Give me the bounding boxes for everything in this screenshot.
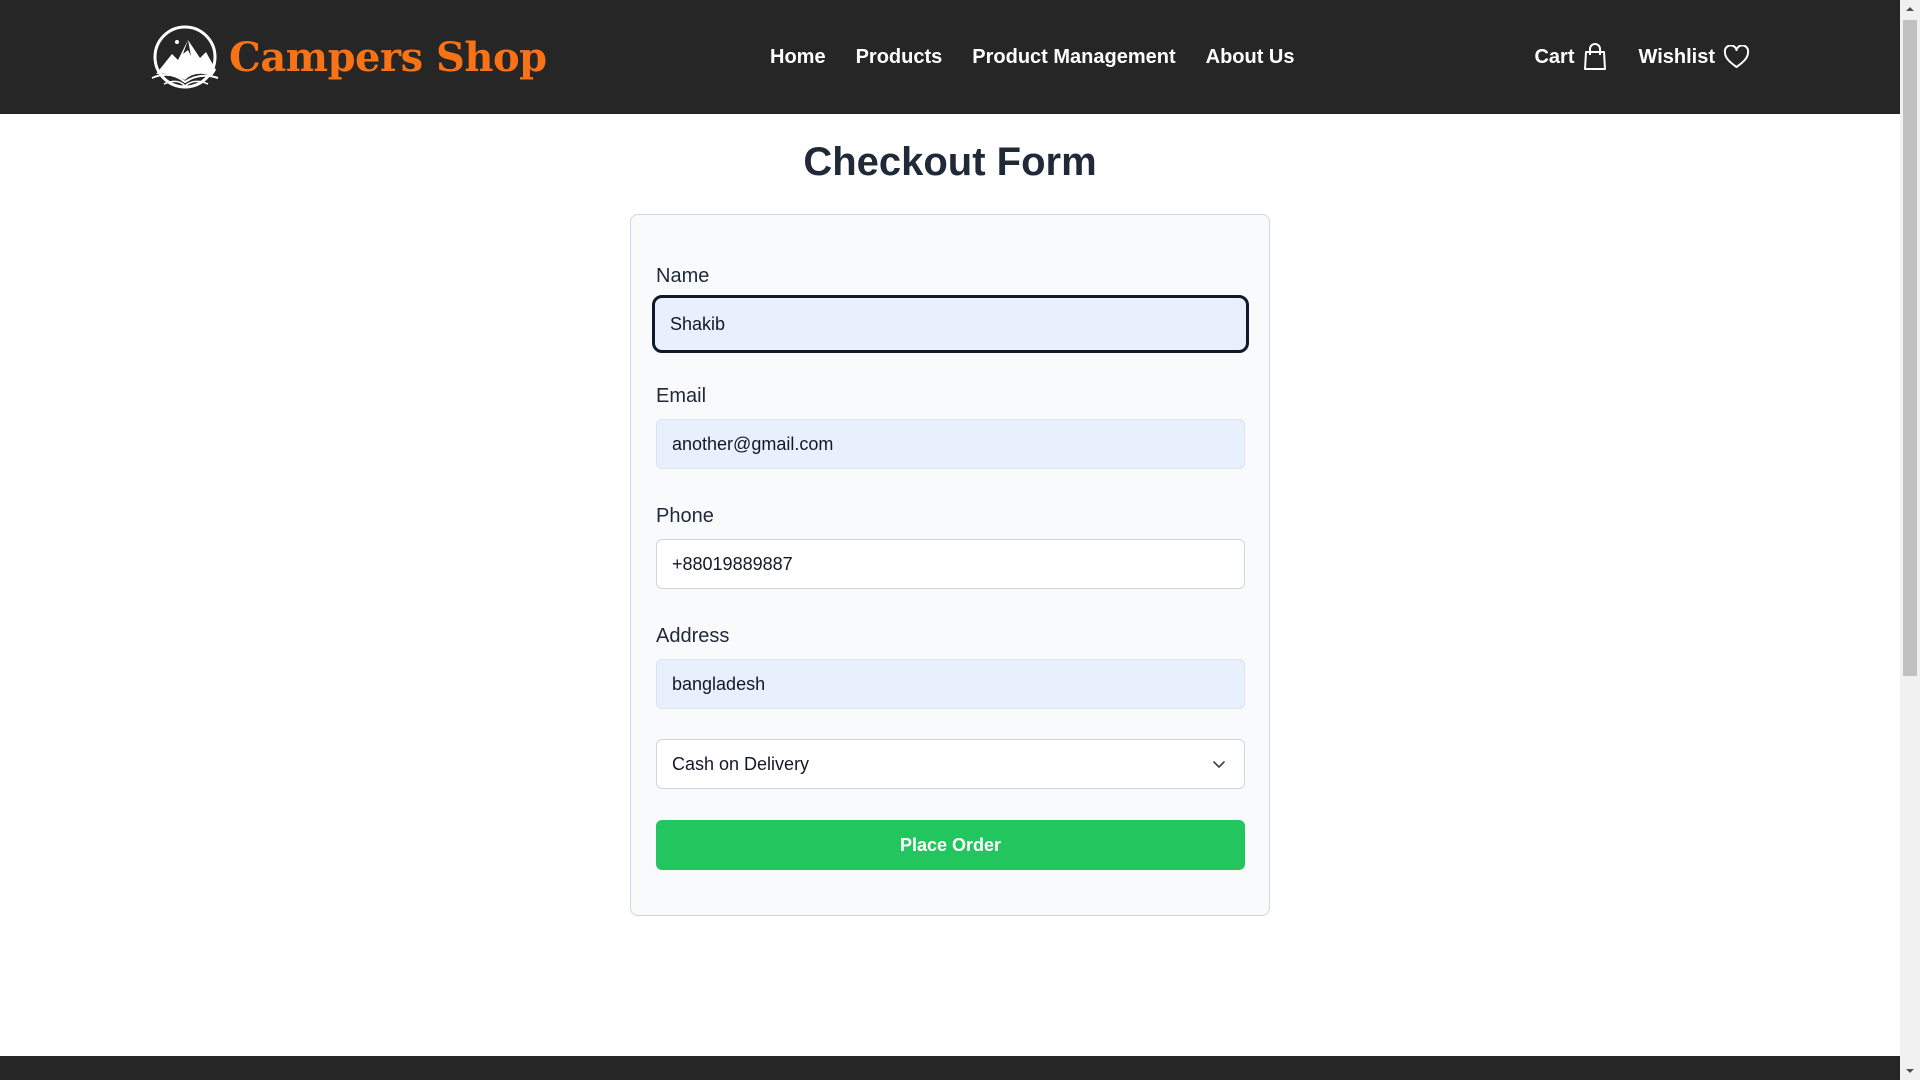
nav-actions: Cart Wishlist [1534, 0, 1750, 114]
vertical-scrollbar[interactable] [1900, 0, 1920, 1080]
navbar: Campers Shop Home Products Product Manag… [0, 0, 1900, 114]
wishlist-label: Wishlist [1638, 45, 1716, 68]
chevron-down-icon [1213, 761, 1225, 768]
address-label: Address [656, 625, 730, 647]
footer [0, 1056, 1900, 1080]
phone-input[interactable]: +88019889887 [656, 539, 1245, 589]
heart-icon [1723, 45, 1750, 68]
shopping-bag-icon [1583, 43, 1606, 70]
email-label: Email [656, 385, 707, 407]
page-title: Checkout Form [803, 140, 1097, 184]
cart-label: Cart [1534, 45, 1575, 68]
checkout-form: Name Shakib Email another@gmail.com Phon… [630, 214, 1270, 916]
cart-link[interactable]: Cart [1534, 43, 1606, 71]
nav-link-product-management[interactable]: Product Management [972, 46, 1175, 69]
scroll-down-arrow-icon[interactable] [1900, 1062, 1920, 1080]
nav-link-products[interactable]: Products [856, 46, 943, 69]
mountain-moon-logo-icon [151, 25, 219, 89]
place-order-button[interactable]: Place Order [656, 820, 1245, 870]
name-label: Name [656, 265, 710, 287]
address-input[interactable]: bangladesh [656, 659, 1245, 709]
name-input[interactable]: Shakib [652, 295, 1249, 353]
nav-link-about-us[interactable]: About Us [1206, 46, 1295, 69]
nav-link-home[interactable]: Home [770, 46, 826, 69]
scroll-up-arrow-icon[interactable] [1900, 0, 1920, 18]
brand-name: Campers Shop [229, 33, 547, 81]
payment-method-value: Cash on Delivery [672, 753, 810, 774]
page: Campers Shop Home Products Product Manag… [0, 0, 1900, 1080]
email-input[interactable]: another@gmail.com [656, 419, 1245, 469]
wishlist-link[interactable]: Wishlist [1639, 45, 1751, 69]
brand[interactable]: Campers Shop [150, 24, 547, 90]
main-nav: Home Products Product Management About U… [770, 0, 1325, 114]
payment-method-select[interactable]: Cash on Delivery [656, 739, 1245, 789]
phone-label: Phone [656, 505, 714, 527]
scroll-thumb[interactable] [1903, 20, 1917, 676]
